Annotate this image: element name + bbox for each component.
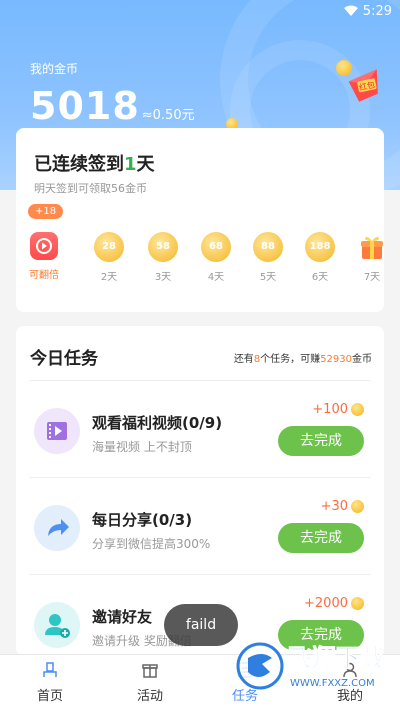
task-name: 观看福利视频(0/9) <box>92 414 223 432</box>
gold-amount: 5018 ≈0.50元 <box>30 84 195 128</box>
checkin-day-3[interactable]: 58 3天 <box>143 232 183 283</box>
checkin-day-label: 5天 <box>259 272 277 283</box>
coin-icon <box>351 597 364 610</box>
coin-value: 88 <box>253 232 283 262</box>
bonus-badge: +18 <box>28 204 64 219</box>
task-row-share: 每日分享(0/3) 分享到微信提高300% +30 去完成 <box>16 479 384 575</box>
task-desc: 分享到微信提高300% <box>92 537 211 551</box>
watermark-text: 飞翔下载 <box>288 644 384 672</box>
checkin-day-label: 3天 <box>154 272 172 283</box>
checkin-day-1[interactable]: 可翻倍 <box>24 232 64 281</box>
nav-label: 活动 <box>136 689 163 704</box>
task-reward: +100 <box>312 402 364 417</box>
task-reward-amount: +100 <box>312 402 348 417</box>
gold-count: 5018 <box>30 84 140 128</box>
checkin-card: 已连续签到1天 明天签到可领取56金币 +18 可翻倍 28 2天 58 3天 … <box>16 128 384 312</box>
checkin-days-row: 可翻倍 28 2天 58 3天 68 4天 88 5天 188 6天 7天 <box>24 232 383 292</box>
divider <box>30 380 370 381</box>
divider <box>30 574 370 575</box>
coin-value: 28 <box>94 232 124 262</box>
tasks-info-prefix: 还有 <box>233 354 254 365</box>
checkin-day-label: 4天 <box>207 272 225 283</box>
complete-task-button[interactable]: 去完成 <box>278 426 364 456</box>
task-name: 邀请好友 <box>92 608 153 626</box>
toast-message: faild <box>164 604 238 646</box>
task-reward: +2000 <box>304 596 364 611</box>
checkin-day-5[interactable]: 88 5天 <box>248 232 288 283</box>
task-row-video: 观看福利视频(0/9) 海量视频 上不封顶 +100 去完成 <box>16 382 384 478</box>
video-icon <box>34 408 80 454</box>
watermark-url: WWW.FXXZ.COM <box>290 678 375 689</box>
watermark: 飞翔下载 WWW.FXXZ.COM <box>236 628 396 708</box>
checkin-day-4[interactable]: 68 4天 <box>196 232 236 283</box>
task-reward-amount: +2000 <box>304 596 348 611</box>
tasks-summary: 还有8个任务，可赚52930金币 <box>234 350 372 365</box>
checkin-title: 已连续签到1天 <box>34 150 155 176</box>
checkin-day-label: 可翻倍 <box>29 270 59 281</box>
complete-task-button[interactable]: 去完成 <box>278 523 364 553</box>
task-name: 每日分享(0/3) <box>92 511 193 529</box>
checkin-day-7[interactable]: 7天 <box>352 232 392 283</box>
nav-home[interactable]: 首页 <box>10 661 90 704</box>
nav-activity[interactable]: 活动 <box>110 661 190 704</box>
tasks-earnable-amount: 52930 <box>320 354 352 365</box>
nav-label: 首页 <box>36 689 63 704</box>
invite-user-icon <box>34 602 80 648</box>
checkin-day-label: 2天 <box>100 272 118 283</box>
checkin-day-6[interactable]: 188 6天 <box>300 232 340 283</box>
checkin-days: 1 <box>124 154 137 175</box>
checkin-day-label: 7天 <box>363 272 381 283</box>
cash-equivalent: ≈0.50元 <box>141 108 195 123</box>
share-icon <box>34 505 80 551</box>
red-packet-icon[interactable]: 红包 <box>342 62 389 109</box>
coin-icon <box>351 403 364 416</box>
checkin-day-2[interactable]: 28 2天 <box>89 232 129 283</box>
divider <box>30 477 370 478</box>
gold-label: 我的金币 <box>30 62 79 76</box>
coin-value: 188 <box>305 232 335 262</box>
home-icon <box>41 661 59 679</box>
tasks-title: 今日任务 <box>30 349 98 369</box>
coin-value: 68 <box>201 232 231 262</box>
play-video-icon <box>30 232 58 260</box>
coin-value: 58 <box>148 232 178 262</box>
status-time: 5:29 <box>362 4 392 19</box>
status-bar: 5:29 <box>0 0 400 24</box>
checkin-subtitle: 明天签到可领取56金币 <box>34 182 147 195</box>
task-desc: 海量视频 上不封顶 <box>92 440 192 454</box>
checkin-day-label: 6天 <box>311 272 329 283</box>
gift-icon <box>141 661 159 679</box>
checkin-title-suffix: 天 <box>136 154 155 175</box>
gift-icon <box>357 232 387 262</box>
wifi-icon <box>344 5 358 21</box>
task-reward-amount: +30 <box>320 499 348 514</box>
checkin-title-prefix: 已连续签到 <box>34 154 124 175</box>
coin-icon <box>351 500 364 513</box>
task-reward: +30 <box>321 499 364 514</box>
tasks-info-middle: 个任务，可赚 <box>260 354 321 365</box>
tasks-info-suffix: 金币 <box>352 354 372 365</box>
